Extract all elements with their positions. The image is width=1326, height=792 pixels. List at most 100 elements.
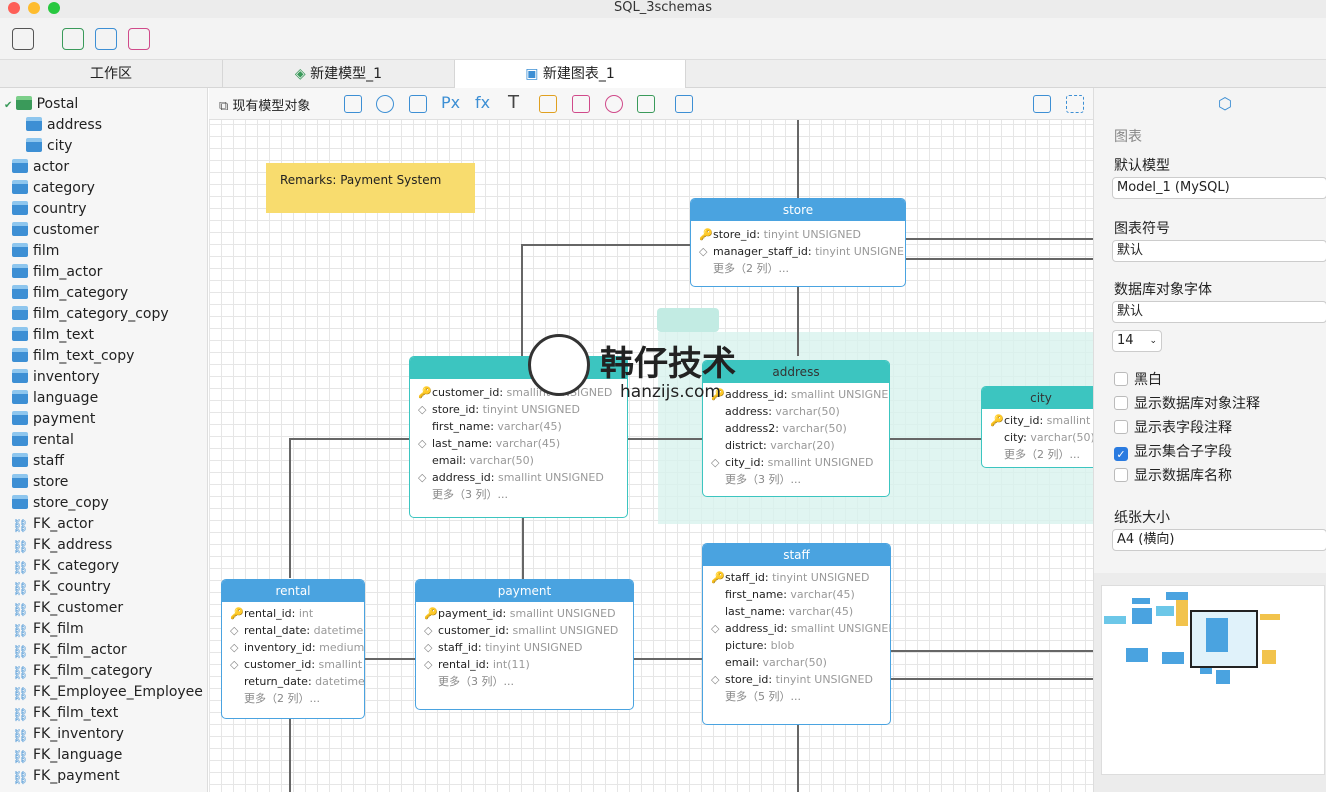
tab-model[interactable]: ◈ 新建模型_1 [223,60,455,88]
auto-layout-icon[interactable] [675,95,693,113]
entity-field[interactable]: ◇ rental_id: int(11) [416,656,633,673]
checkbox-icon[interactable] [1114,420,1128,434]
table-tool-icon[interactable] [344,95,362,113]
new-model-icon[interactable] [62,28,84,50]
entity-field[interactable]: 🔑store_id: tinyint UNSIGNED [691,226,905,243]
remarks-note[interactable]: Remarks: Payment System [266,163,475,213]
more-columns-link[interactable]: 更多（2 列）... [222,690,364,707]
zoom-window-button[interactable] [48,2,60,14]
tree-item-film_text_copy[interactable]: film_text_copy [12,346,134,366]
tab-workspace[interactable]: 工作区 [0,60,223,88]
entity-field[interactable]: last_name: varchar(45) [703,603,890,620]
entity-store[interactable]: store 🔑store_id: tinyint UNSIGNED ◇ manage… [690,198,906,287]
checkbox-icon[interactable] [1114,468,1128,482]
entity-field[interactable]: address2: varchar(50) [703,420,889,437]
entity-field[interactable]: ◇ customer_id: smallint UNSIGNED [416,622,633,639]
tree-item-customer[interactable]: customer [12,220,99,240]
tree-item-language[interactable]: language [12,388,98,408]
tree-item-FK_country[interactable]: ⛓ FK_country [12,577,111,597]
tree-item-country[interactable]: country [12,199,87,219]
option-checkbox[interactable]: 黑白 [1114,371,1162,389]
more-columns-link[interactable]: 更多（3 列）... [410,486,627,503]
more-columns-link[interactable]: 更多（3 列）... [416,673,633,690]
entity-field[interactable]: ◇ customer_id: smallint [222,656,364,673]
tab-diagram[interactable]: ▣ 新建图表_1 [455,60,686,88]
tree-item-payment[interactable]: payment [12,409,95,429]
font-size-select[interactable]: 14 ⌄ [1112,330,1162,352]
entity-field[interactable]: ◇ address_id: smallint UNSIGNED [410,469,627,486]
tree-item-FK_customer[interactable]: ⛓ FK_customer [12,598,123,618]
tree-item-rental[interactable]: rental [12,430,74,450]
tree-item-FK_actor[interactable]: ⛓ FK_actor [12,514,93,534]
entity-field[interactable]: return_date: datetime [222,673,364,690]
entity-field[interactable]: ◇ city_id: smallint UNSIGNED [703,454,889,471]
minimap[interactable] [1101,585,1325,775]
diagram-canvas[interactable]: ⧉ 现有模型对象 Px fx T Remarks: Payment System… [209,88,1093,792]
option-checkbox[interactable]: 显示表字段注释 [1114,419,1232,437]
entity-field[interactable]: 🔑staff_id: tinyint UNSIGNED [703,569,890,586]
tree-item-FK_film_actor[interactable]: ⛓ FK_film_actor [12,640,127,660]
procedure-tool-icon[interactable]: Px [441,93,460,112]
minimize-window-button[interactable] [28,2,40,14]
tree-item-film_category_copy[interactable]: film_category_copy [12,304,169,324]
save-icon[interactable] [12,28,34,50]
paper-select[interactable]: A4 (横向) [1112,529,1326,551]
entity-field[interactable]: email: varchar(50) [410,452,627,469]
entity-field[interactable]: ◇ staff_id: tinyint UNSIGNED [416,639,633,656]
more-columns-link[interactable]: 更多（5 列）... [703,688,890,705]
view-tool-icon[interactable] [409,95,427,113]
tree-item-film_text[interactable]: film_text [12,325,94,345]
shape-tool-icon[interactable] [605,95,623,113]
checkbox-icon[interactable] [1114,396,1128,410]
tree-item-FK_inventory[interactable]: ⛓ FK_inventory [12,724,124,744]
entity-field[interactable]: 🔑city_id: smallint [982,412,1093,429]
entity-field[interactable]: city: varchar(50) [982,429,1093,446]
tree-item-store[interactable]: store [12,472,68,492]
entity-field[interactable]: ◇ last_name: varchar(45) [410,435,627,452]
tree-item-FK_language[interactable]: ⛓ FK_language [12,745,122,765]
tree-item-film_category[interactable]: film_category [12,283,128,303]
option-checkbox[interactable]: ✓ 显示集合子字段 [1114,443,1232,461]
tree-item-FK_category[interactable]: ⛓ FK_category [12,556,119,576]
tree-item-staff[interactable]: staff [12,451,64,471]
tree-item-FK_film_category[interactable]: ⛓ FK_film_category [12,661,152,681]
entity-field[interactable]: 🔑payment_id: smallint UNSIGNED [416,605,633,622]
chevron-down-icon[interactable]: ✔ [4,100,16,111]
tree-item-store_copy[interactable]: store_copy [12,493,109,513]
tree-item-FK_film[interactable]: ⛓ FK_film [12,619,84,639]
checkbox-icon[interactable]: ✓ [1114,447,1128,461]
tree-schema-postal[interactable]: ✔ Postal [4,94,78,114]
cube-icon[interactable]: ⬡ [1218,94,1232,113]
tree-item-inventory[interactable]: inventory [12,367,100,387]
font-select[interactable]: 默认 [1112,301,1326,323]
add-object-icon[interactable] [128,28,150,50]
layer-tool-icon[interactable] [637,95,655,113]
entity-field[interactable]: ◇ rental_date: datetime [222,622,364,639]
tree-item-FK_Employee_Employee[interactable]: ⛓ FK_Employee_Employee [12,682,203,702]
tree-item-FK_address[interactable]: ⛓ FK_address [12,535,112,555]
tree-item-FK_film_text[interactable]: ⛓ FK_film_text [12,703,118,723]
fullscreen-icon[interactable] [1066,95,1084,113]
entity-field[interactable]: first_name: varchar(45) [703,586,890,603]
entity-staff[interactable]: staff 🔑staff_id: tinyint UNSIGNED first_n… [702,543,891,725]
more-columns-link[interactable]: 更多（3 列）... [703,471,889,488]
text-tool-icon[interactable]: T [508,92,519,113]
entity-payment[interactable]: payment 🔑payment_id: smallint UNSIGNED ◇ c… [415,579,634,710]
notation-select[interactable]: 默认 [1112,240,1326,262]
new-diagram-icon[interactable] [95,28,117,50]
entity-field[interactable]: ◇ inventory_id: mediumint [222,639,364,656]
entity-city[interactable]: city 🔑city_id: smallint city: varchar(50)… [981,386,1093,468]
entity-field[interactable]: ◇ address_id: smallint UNSIGNED [703,620,890,637]
default-model-select[interactable]: Model_1 (MySQL) [1112,177,1326,199]
option-checkbox[interactable]: 显示数据库对象注释 [1114,395,1260,413]
close-window-button[interactable] [8,2,20,14]
present-icon[interactable] [1033,95,1051,113]
tree-item-city[interactable]: city [26,136,72,156]
entity-field[interactable]: ◇ store_id: tinyint UNSIGNED [703,671,890,688]
note-tool-icon[interactable] [539,95,557,113]
entity-field[interactable]: first_name: varchar(45) [410,418,627,435]
image-tool-icon[interactable] [572,95,590,113]
more-columns-link[interactable]: 更多（2 列）... [691,260,905,277]
entity-field[interactable]: picture: blob [703,637,890,654]
entity-field[interactable]: email: varchar(50) [703,654,890,671]
